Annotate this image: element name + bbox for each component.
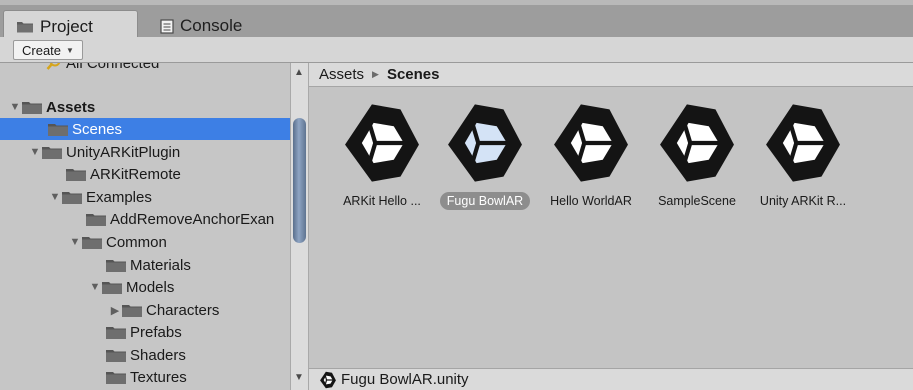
console-icon	[160, 18, 174, 34]
create-button[interactable]: Create ▼	[13, 40, 83, 60]
folder-icon	[22, 101, 42, 114]
folder-icon	[106, 349, 126, 362]
tree-item-models[interactable]: ▼ Models	[0, 276, 290, 298]
scroll-down-icon[interactable]: ▼	[294, 372, 304, 383]
tree-item-label: ARKitRemote	[90, 165, 181, 183]
tab-console-label: Console	[180, 16, 243, 35]
tab-project-label: Project	[40, 16, 93, 36]
search-icon	[46, 63, 62, 71]
unity-scene-icon	[660, 104, 734, 182]
tree-item-label: Models	[126, 278, 175, 296]
folder-icon	[106, 371, 126, 384]
tree-item-materials[interactable]: Materials	[0, 254, 290, 276]
expand-arrow-icon[interactable]: ▼	[68, 236, 82, 248]
asset-tile[interactable]: Hello WorldAR	[537, 101, 645, 210]
tree-item-label: AddRemoveAnchorExan	[110, 210, 275, 228]
expand-arrow-icon[interactable]: ▶	[108, 304, 122, 317]
tree-item-label: Characters	[146, 301, 220, 319]
tree-item-characters[interactable]: ▶ Characters	[0, 299, 290, 321]
folder-icon	[66, 168, 86, 181]
chevron-down-icon: ▼	[66, 45, 74, 55]
tree-item-assets[interactable]: ▼ Assets	[0, 96, 290, 118]
unity-scene-icon	[554, 104, 628, 182]
tree-scrollbar[interactable]: ▲ ▼	[290, 63, 309, 390]
expand-arrow-icon[interactable]: ▼	[28, 146, 42, 158]
tree-item-textures[interactable]: Textures	[0, 366, 290, 388]
folder-icon	[42, 146, 62, 159]
folder-icon	[102, 281, 122, 294]
tree-item-label: UnityARKitPlugin	[66, 143, 181, 161]
scrollbar-thumb[interactable]	[293, 118, 306, 243]
folder-icon	[62, 191, 82, 204]
chevron-right-icon: ▶	[372, 69, 379, 79]
folder-icon	[86, 213, 106, 226]
unity-scene-icon	[766, 104, 840, 182]
unity-scene-icon	[319, 371, 337, 389]
tree-item-label: Prefabs	[130, 323, 182, 341]
asset-browser: Assets ▶ Scenes ARKit Hello ... Fugu Bow…	[309, 63, 913, 390]
breadcrumb: Assets ▶ Scenes	[309, 63, 913, 87]
tree-item-label: Assets	[46, 98, 96, 116]
asset-label: ARKit Hello ...	[343, 194, 421, 208]
toolbar: Create ▼	[0, 37, 913, 63]
asset-label: Hello WorldAR	[550, 194, 632, 208]
tree-item-scenes[interactable]: Scenes	[0, 118, 290, 140]
create-button-label: Create	[22, 42, 62, 58]
asset-label: Unity ARKit R...	[759, 194, 847, 208]
tree-item-common[interactable]: ▼ Common	[0, 231, 290, 253]
scroll-up-icon[interactable]: ▲	[294, 67, 304, 78]
tree-item-unityarkitplugin[interactable]: ▼ UnityARKitPlugin	[0, 141, 290, 163]
asset-tile[interactable]: ARKit Hello ...	[328, 101, 436, 210]
project-tree: All Connected ▼ Assets Scenes ▼ UnityARK…	[0, 63, 290, 390]
folder-icon	[82, 236, 102, 249]
tree-item-label: Shaders	[130, 346, 186, 364]
tree-item-arkitremote[interactable]: ARKitRemote	[0, 163, 290, 185]
tree-item-addremoveanchor[interactable]: AddRemoveAnchorExan	[0, 208, 290, 230]
asset-label: Fugu BowlAR	[439, 192, 531, 210]
tree-item-label: Textures	[130, 368, 187, 386]
folder-icon	[122, 304, 142, 317]
tree-item-shaders[interactable]: Shaders	[0, 344, 290, 366]
tree-item-label: Scenes	[72, 120, 123, 138]
tree-item-examples[interactable]: ▼ Examples	[0, 186, 290, 208]
selected-file-path: Fugu BowlAR.unity	[341, 371, 469, 388]
tree-item-label: All Connected	[66, 63, 160, 72]
asset-tile[interactable]: SampleScene	[643, 101, 751, 210]
expand-arrow-icon[interactable]: ▼	[8, 101, 22, 113]
unity-scene-icon	[345, 104, 419, 182]
asset-tile[interactable]: Unity ARKit R...	[749, 101, 857, 210]
tree-item-label: Common	[106, 233, 167, 251]
tree-item-label: Materials	[130, 256, 191, 274]
asset-tile-selected[interactable]: Fugu BowlAR	[431, 101, 539, 210]
expand-arrow-icon[interactable]: ▼	[88, 281, 102, 293]
status-bar: Fugu BowlAR.unity	[309, 368, 913, 390]
breadcrumb-current[interactable]: Scenes	[387, 66, 440, 83]
tree-item-label: Examples	[86, 188, 152, 206]
folder-icon	[16, 20, 34, 33]
folder-icon	[106, 326, 126, 339]
unity-scene-icon	[448, 104, 522, 182]
tree-item-all-connected[interactable]: All Connected	[0, 63, 290, 74]
tab-bar: Project Console	[0, 0, 913, 42]
tree-item-prefabs[interactable]: Prefabs	[0, 321, 290, 343]
folder-icon	[106, 259, 126, 272]
breadcrumb-root[interactable]: Assets	[319, 66, 364, 83]
folder-icon	[48, 123, 68, 136]
expand-arrow-icon[interactable]: ▼	[48, 191, 62, 203]
asset-label: SampleScene	[658, 194, 736, 208]
